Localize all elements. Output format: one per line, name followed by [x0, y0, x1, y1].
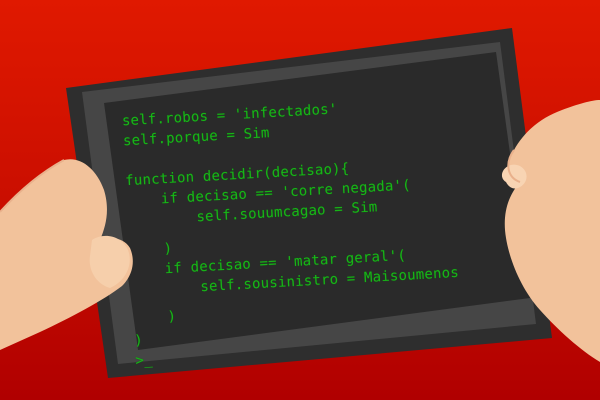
tablet-scene: self.robos = 'infectados' self.porque = …	[0, 0, 600, 400]
code-line: )	[132, 308, 177, 328]
code-line: self.robos = 'infectados'	[121, 101, 338, 130]
code-line: )	[128, 240, 173, 260]
terminal-prompt[interactable]: >_	[135, 352, 153, 369]
code-line: )	[133, 332, 144, 350]
code-line: self.porque = Sim	[122, 125, 271, 150]
code-editor: self.robos = 'infectados' self.porque = …	[0, 0, 600, 399]
